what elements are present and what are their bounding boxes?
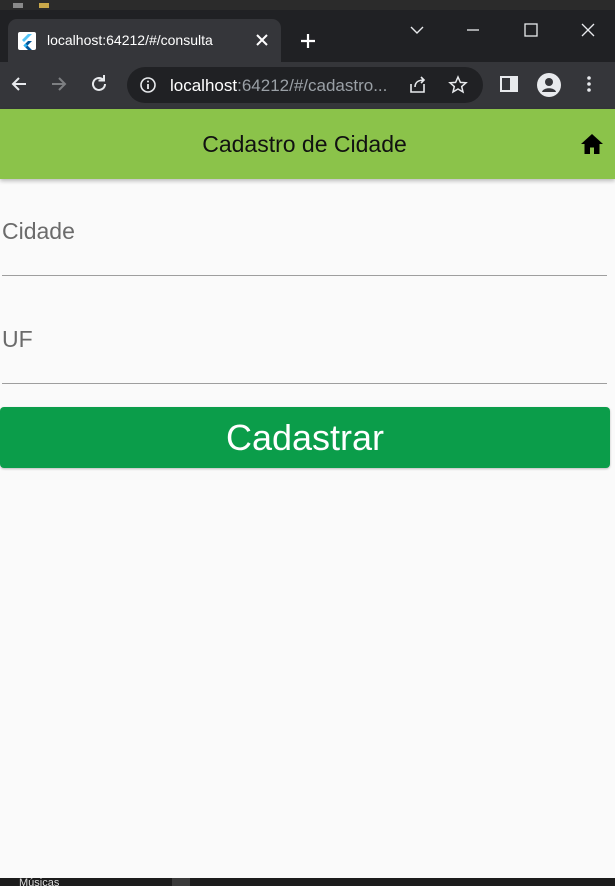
browser-toolbar: localhost:64212/#/cadastro... (0, 62, 615, 109)
star-icon[interactable] (448, 75, 468, 95)
menu-icon[interactable] (578, 73, 600, 95)
forward-icon[interactable] (48, 73, 70, 95)
uf-field[interactable]: UF (2, 308, 607, 384)
folder-icon (39, 3, 49, 8)
url-rest: :64212/#/cadastro... (237, 76, 388, 95)
taskbar-block (172, 878, 190, 886)
sidepanel-icon[interactable] (498, 73, 520, 95)
reload-icon[interactable] (88, 73, 110, 95)
app-bar: Cadastro de Cidade (0, 109, 615, 179)
home-icon[interactable] (580, 133, 604, 155)
cidade-field[interactable]: Cidade (2, 200, 607, 276)
person-icon (542, 78, 556, 92)
tab-strip: localhost:64212/#/consulta (0, 10, 615, 62)
uf-input[interactable] (2, 346, 607, 380)
taskbar-item-musicas[interactable]: Músicas (19, 878, 59, 886)
url-host: localhost (170, 76, 238, 95)
maximize-icon[interactable] (516, 18, 546, 42)
info-icon[interactable] (139, 76, 157, 94)
tab-search-icon[interactable] (402, 18, 432, 42)
flutter-icon (18, 32, 36, 50)
cidade-input[interactable] (2, 238, 607, 272)
address-bar[interactable]: localhost:64212/#/cadastro... (127, 67, 483, 103)
os-top-strip (0, 0, 615, 10)
share-icon[interactable] (408, 75, 428, 95)
os-icon (13, 3, 23, 8)
browser-tab[interactable]: localhost:64212/#/consulta (8, 19, 281, 62)
close-icon[interactable] (573, 18, 603, 42)
profile-icon[interactable] (537, 73, 561, 97)
url-text[interactable]: localhost:64212/#/cadastro... (170, 76, 387, 96)
tab-title: localhost:64212/#/consulta (47, 32, 213, 48)
page-title: Cadastro de Cidade (202, 131, 407, 157)
cadastrar-button[interactable]: Cadastrar (0, 407, 610, 468)
os-taskbar: Músicas (0, 878, 615, 886)
tab-close-icon[interactable] (253, 31, 271, 49)
new-tab-icon[interactable] (297, 30, 319, 52)
minimize-icon[interactable] (458, 18, 488, 42)
back-icon[interactable] (8, 73, 30, 95)
